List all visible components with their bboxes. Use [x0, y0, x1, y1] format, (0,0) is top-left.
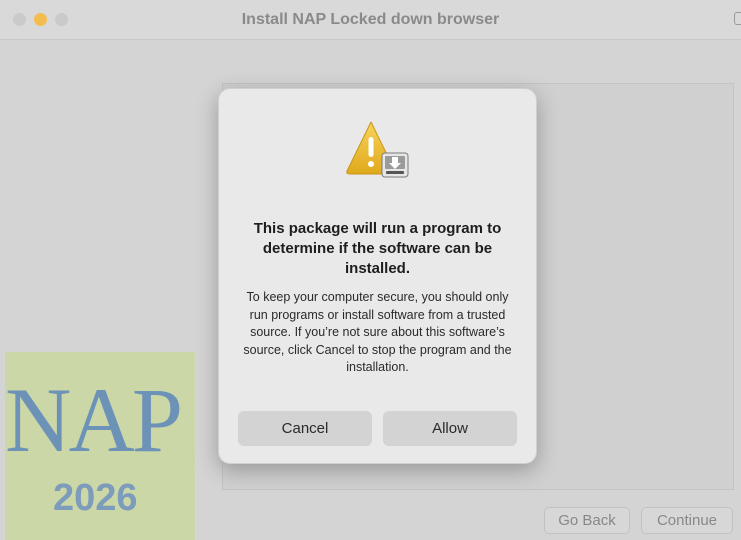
- lock-icon: [734, 12, 741, 25]
- nap-logo-year: 2026: [53, 477, 138, 519]
- dialog-title: This package will run a program to deter…: [253, 220, 502, 277]
- allow-button[interactable]: Allow: [383, 411, 517, 446]
- nap-logo-text: NAP: [5, 369, 183, 471]
- warning-icon: [346, 121, 409, 178]
- cancel-button[interactable]: Cancel: [238, 411, 372, 446]
- window-titlebar: Install NAP Locked down browser: [0, 0, 741, 40]
- dialog-message: To keep your computer secure, you should…: [243, 290, 512, 374]
- nap-logo: NAP 2026: [5, 352, 195, 540]
- continue-button[interactable]: Continue: [641, 507, 733, 534]
- window-title: Install NAP Locked down browser: [241, 11, 500, 28]
- go-back-button[interactable]: Go Back: [544, 507, 630, 534]
- alert-dialog: This package will run a program to deter…: [218, 88, 537, 464]
